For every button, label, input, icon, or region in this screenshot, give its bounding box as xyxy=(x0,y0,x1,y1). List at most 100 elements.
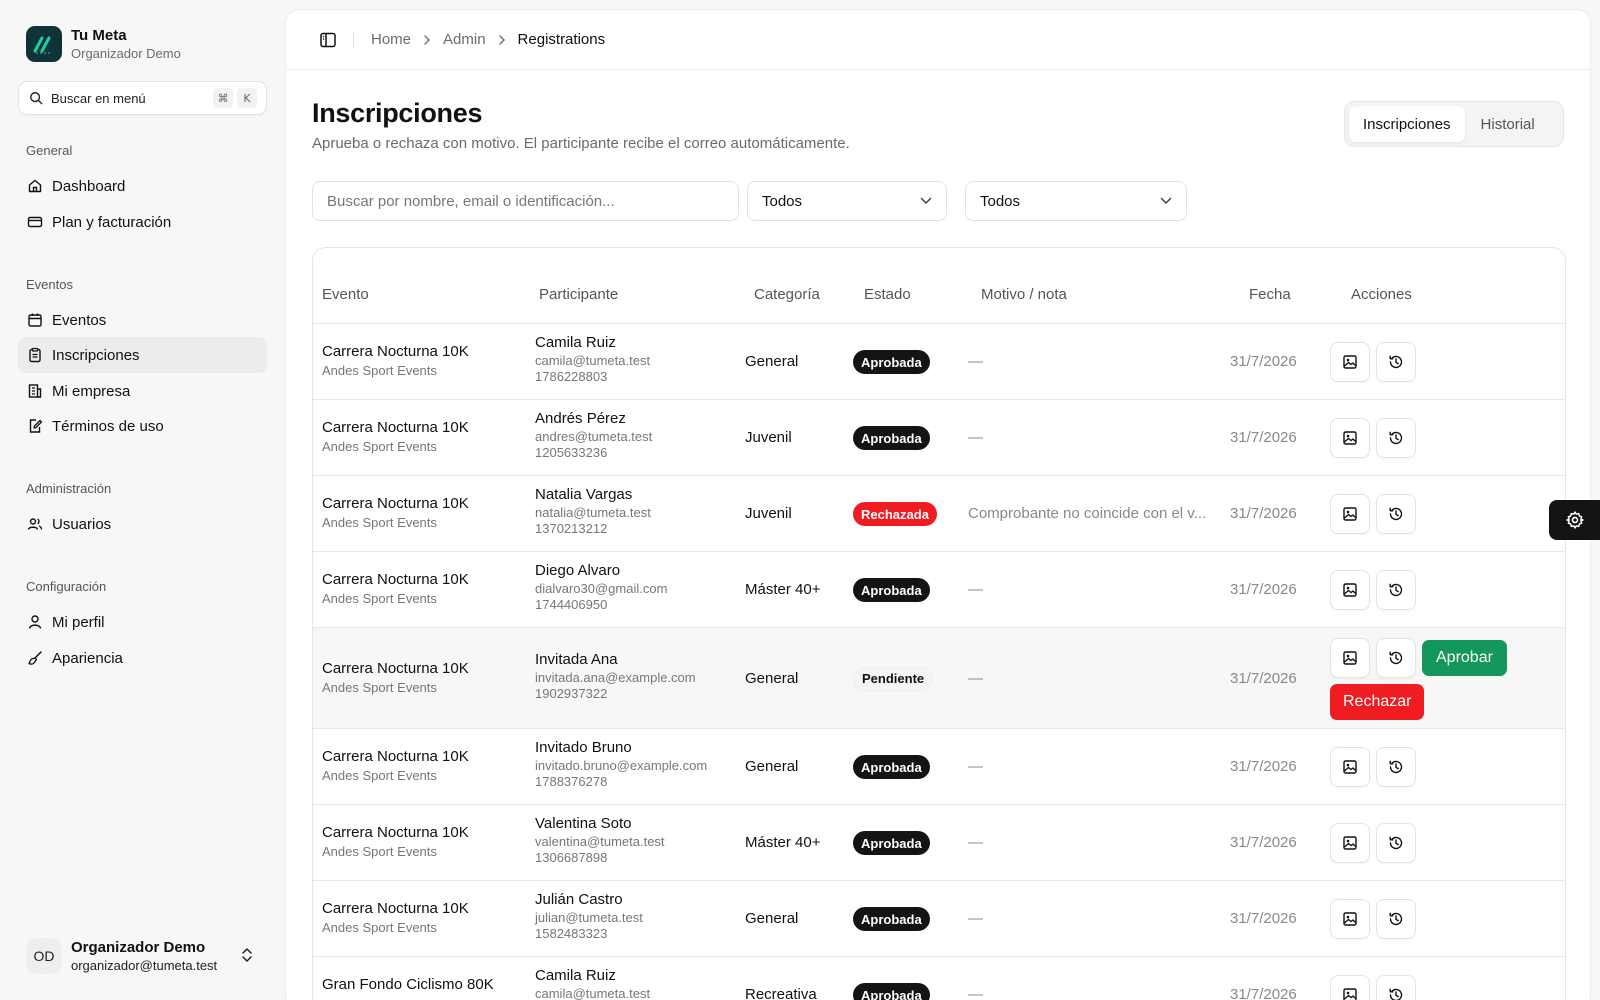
date-cell: 31/7/2026 xyxy=(1230,834,1297,851)
brand[interactable]: Tu Meta Organizador Demo xyxy=(26,26,181,62)
reject-button[interactable]: Rechazar xyxy=(1330,684,1425,720)
participant-id: 1205633236 xyxy=(535,445,608,460)
sidebar-item-mi-empresa[interactable]: Mi empresa xyxy=(18,373,267,409)
sidebar-item-inscripciones[interactable]: Inscripciones xyxy=(18,337,267,373)
view-receipt-button[interactable] xyxy=(1330,638,1370,678)
participant-email: camila@tumeta.test xyxy=(535,986,651,1000)
participant-id: 1788376278 xyxy=(535,774,608,789)
user-menu[interactable]: OD Organizador Demo organizador@tumeta.t… xyxy=(26,934,262,978)
group-title-general: General xyxy=(26,143,73,158)
table-row: Carrera Nocturna 10K Andes Sport Events Ca… xyxy=(313,324,1565,400)
view-receipt-button[interactable] xyxy=(1330,747,1370,787)
column-header-categoria[interactable]: Categoría xyxy=(754,286,820,303)
sidebar-item-terminos[interactable]: Términos de uso xyxy=(18,408,267,444)
history-icon xyxy=(1388,835,1404,851)
image-icon xyxy=(1342,911,1358,927)
sidebar-item-label: Dashboard xyxy=(52,177,126,195)
participant-email: invitado.bruno@example.com xyxy=(535,758,708,773)
column-header-fecha[interactable]: Fecha xyxy=(1249,286,1291,303)
sidebar-item-mi-perfil[interactable]: Mi perfil xyxy=(18,604,267,640)
group-title-configuracion: Configuración xyxy=(26,579,107,594)
event-cell: Carrera Nocturna 10K Andes Sport Events xyxy=(322,824,469,859)
avatar: OD xyxy=(26,938,62,974)
sidebar-item-label: Apariencia xyxy=(52,649,123,667)
status-select[interactable]: Todos xyxy=(747,181,947,221)
tab-historial[interactable]: Historial xyxy=(1467,106,1549,142)
event-organizer: Andes Sport Events xyxy=(322,515,437,530)
view-receipt-button[interactable] xyxy=(1330,342,1370,382)
sidebar-item-label: Usuarios xyxy=(52,515,112,533)
brand-subtitle: Organizador Demo xyxy=(71,46,181,61)
table-row: Gran Fondo Ciclismo 80K Camila Ruiz camila… xyxy=(313,957,1565,1000)
event-cell: Gran Fondo Ciclismo 80K xyxy=(322,976,494,996)
view-receipt-button[interactable] xyxy=(1330,570,1370,610)
participant-name: Natalia Vargas xyxy=(535,486,633,503)
view-receipt-button[interactable] xyxy=(1330,899,1370,939)
topbar-divider xyxy=(353,30,354,49)
menu-search[interactable]: Buscar en menú ⌘ K xyxy=(18,81,267,115)
participant-id: 1786228803 xyxy=(535,369,608,384)
status-badge: Aprobada xyxy=(853,755,930,779)
table-row: Carrera Nocturna 10K Andes Sport Events Ju… xyxy=(313,881,1565,957)
sidebar-toggle-icon[interactable] xyxy=(319,31,337,49)
column-header-motivo[interactable]: Motivo / nota xyxy=(981,286,1067,303)
history-button[interactable] xyxy=(1376,342,1416,382)
table-row: Carrera Nocturna 10K Andes Sport Events Di… xyxy=(313,552,1565,628)
user-icon xyxy=(28,615,42,629)
participant-id: 1306687898 xyxy=(535,850,608,865)
history-button[interactable] xyxy=(1376,823,1416,863)
tab-inscripciones[interactable]: Inscripciones xyxy=(1349,106,1465,142)
history-button[interactable] xyxy=(1376,494,1416,534)
view-receipt-button[interactable] xyxy=(1330,823,1370,863)
column-header-estado[interactable]: Estado xyxy=(864,286,911,303)
category-cell: Máster 40+ xyxy=(745,581,821,598)
settings-fab[interactable] xyxy=(1549,500,1600,540)
sidebar-item-eventos[interactable]: Eventos xyxy=(18,302,267,338)
history-button[interactable] xyxy=(1376,747,1416,787)
date-cell: 31/7/2026 xyxy=(1230,353,1297,370)
date-cell: 31/7/2026 xyxy=(1230,505,1297,522)
history-button[interactable] xyxy=(1376,570,1416,610)
history-button[interactable] xyxy=(1376,899,1416,939)
category-select[interactable]: Todos xyxy=(965,181,1187,221)
group-title-administracion: Administración xyxy=(26,481,112,496)
group-title-eventos: Eventos xyxy=(26,277,73,292)
participant-id: 1744406950 xyxy=(535,597,608,612)
history-button[interactable] xyxy=(1376,975,1416,1000)
approve-button[interactable]: Aprobar xyxy=(1422,640,1507,676)
event-cell: Carrera Nocturna 10K Andes Sport Events xyxy=(322,495,469,530)
sidebar-item-billing[interactable]: Plan y facturación xyxy=(18,204,267,240)
image-icon xyxy=(1342,506,1358,522)
column-header-evento[interactable]: Evento xyxy=(322,286,369,303)
breadcrumb-admin[interactable]: Admin xyxy=(443,31,486,48)
event-name: Carrera Nocturna 10K xyxy=(322,824,469,841)
participant-cell: Julián Castro julian@tumeta.test 158248332… xyxy=(535,891,643,941)
date-cell: 31/7/2026 xyxy=(1230,669,1297,687)
event-name: Carrera Nocturna 10K xyxy=(322,571,469,588)
sidebar-item-dashboard[interactable]: Dashboard xyxy=(18,168,267,204)
calendar-icon xyxy=(28,313,42,327)
view-receipt-button[interactable] xyxy=(1330,975,1370,1000)
view-receipt-button[interactable] xyxy=(1330,418,1370,458)
note-cell: — xyxy=(968,758,983,775)
search-input[interactable]: Buscar por nombre, email o identificació… xyxy=(312,181,739,221)
breadcrumb-home[interactable]: Home xyxy=(371,31,411,48)
note-cell: — xyxy=(968,581,983,598)
status-cell: Aprobada xyxy=(853,426,930,450)
column-header-participante[interactable]: Participante xyxy=(539,286,618,303)
participant-id: 1370213212 xyxy=(535,521,608,536)
user-email: organizador@tumeta.test xyxy=(71,958,218,973)
registrations-table: Evento Participante Categoría Estado Mot… xyxy=(312,247,1566,1000)
view-receipt-button[interactable] xyxy=(1330,494,1370,534)
table-row: Carrera Nocturna 10K Andes Sport Events An… xyxy=(313,400,1565,476)
topbar: Home Admin Registrations xyxy=(286,10,1590,70)
sidebar-item-usuarios[interactable]: Usuarios xyxy=(18,506,267,542)
history-icon xyxy=(1388,354,1404,370)
sidebar-item-apariencia[interactable]: Apariencia xyxy=(18,640,267,676)
participant-email: camila@tumeta.test xyxy=(535,353,651,368)
status-cell: Aprobada xyxy=(853,831,930,855)
participant-cell: Diego Alvaro dialvaro30@gmail.com 17444069… xyxy=(535,562,667,612)
history-button[interactable] xyxy=(1376,638,1416,678)
history-button[interactable] xyxy=(1376,418,1416,458)
brand-name: Tu Meta xyxy=(71,27,127,44)
